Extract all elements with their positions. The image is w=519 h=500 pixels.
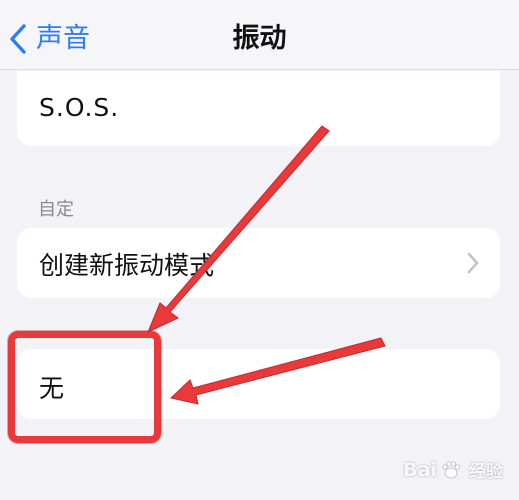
custom-section-header: 自定 [38, 199, 74, 220]
create-new-vibration-label: 创建新振动模式 [39, 251, 215, 280]
none-group: 无 [17, 349, 500, 419]
create-new-vibration-row[interactable]: 创建新振动模式 [17, 228, 500, 298]
paw-icon [442, 460, 461, 478]
page-title: 振动 [232, 23, 287, 54]
custom-group: 创建新振动模式 [17, 228, 500, 298]
sos-row[interactable]: S.O.S. [17, 71, 500, 146]
none-label: 无 [39, 374, 65, 403]
chevron-right-icon [467, 252, 479, 274]
watermark-brand-right: 经验 [469, 462, 503, 482]
navigation-bar: 声音 振动 [0, 0, 519, 70]
sos-label: S.O.S. [39, 93, 120, 122]
sos-group: S.O.S. [17, 71, 500, 146]
watermark: Bai 经验 [403, 457, 503, 483]
watermark-brand-left: Bai [403, 458, 437, 481]
none-row[interactable]: 无 [17, 349, 500, 419]
